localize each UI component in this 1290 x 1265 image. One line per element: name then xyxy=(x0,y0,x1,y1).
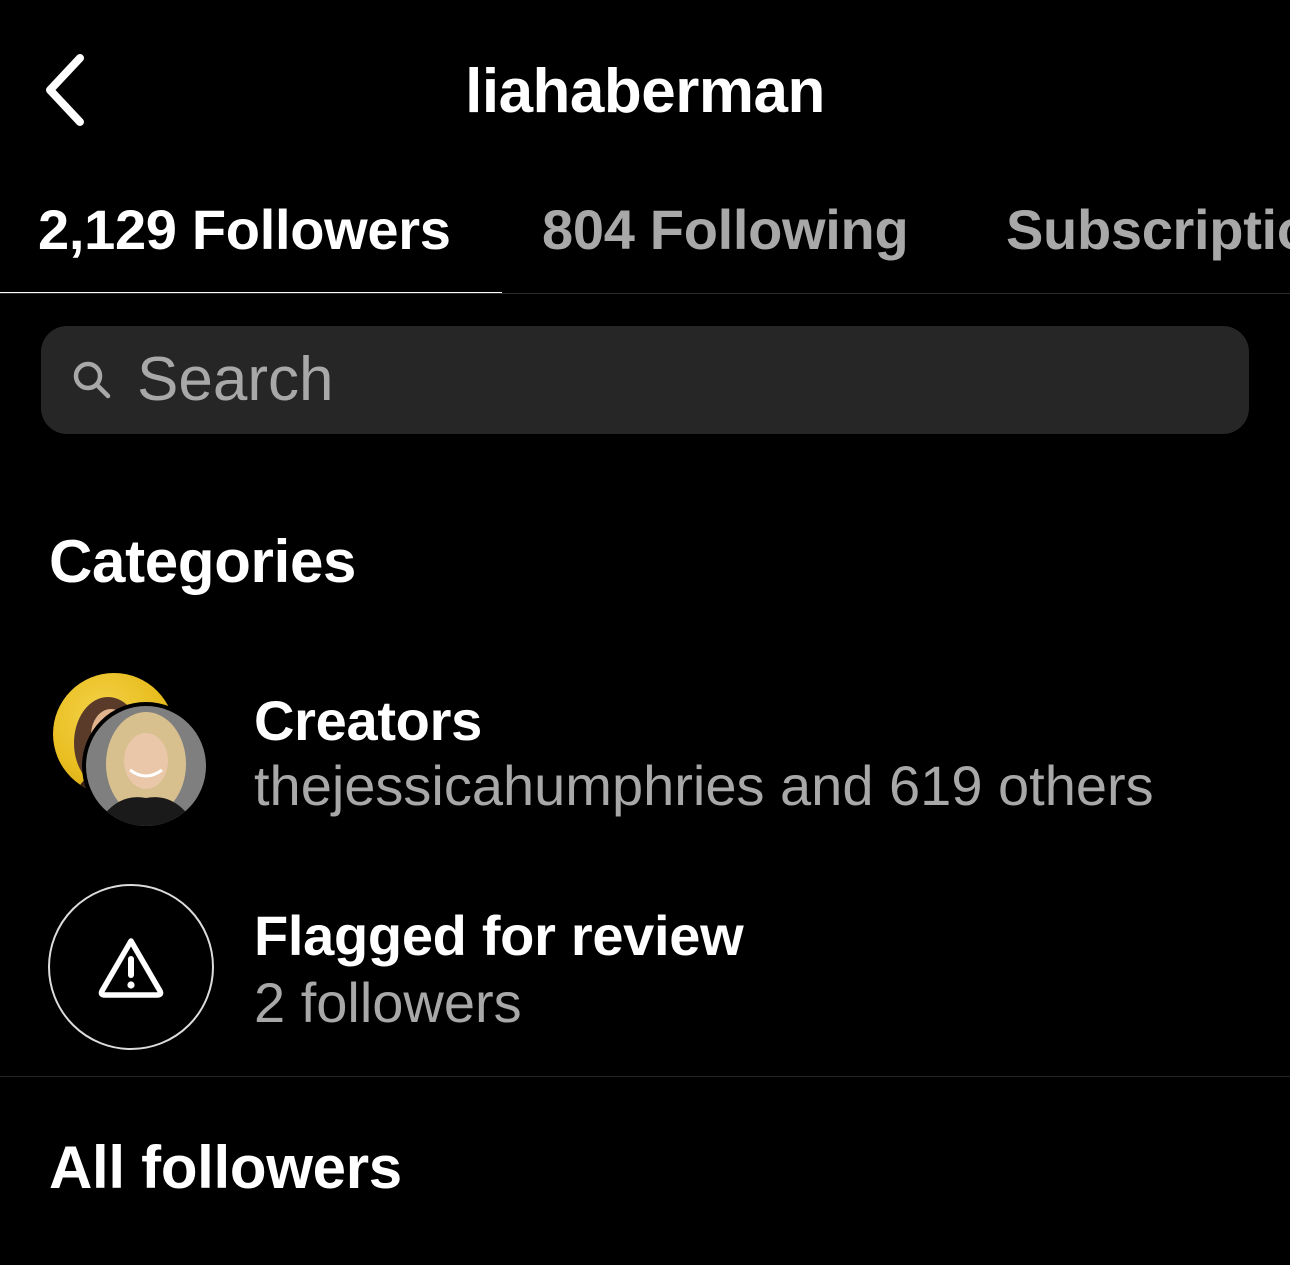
avatar xyxy=(82,702,210,830)
tab-subscriptions[interactable]: Subscriptio xyxy=(1006,195,1290,265)
search-placeholder: Search xyxy=(137,345,334,414)
category-subtitle: thejessicahumphries and 619 others xyxy=(254,754,1154,817)
header: liahaberman xyxy=(0,0,1290,185)
category-subtitle: 2 followers xyxy=(254,971,522,1034)
tab-bar: 2,129 Followers 804 Following Subscripti… xyxy=(0,185,1290,294)
tab-followers[interactable]: 2,129 Followers xyxy=(38,195,451,265)
warning-triangle-icon xyxy=(98,938,164,998)
flag-icon-circle xyxy=(48,884,214,1050)
active-tab-indicator xyxy=(0,292,502,293)
search-input[interactable]: Search xyxy=(41,326,1249,434)
tab-following[interactable]: 804 Following xyxy=(542,195,909,265)
category-title: Creators xyxy=(254,689,482,752)
all-followers-heading: All followers xyxy=(49,1134,402,1201)
categories-heading: Categories xyxy=(49,528,357,595)
page-title: liahaberman xyxy=(465,57,825,126)
divider xyxy=(0,1076,1290,1077)
search-icon xyxy=(71,359,113,401)
category-title: Flagged for review xyxy=(254,904,744,967)
